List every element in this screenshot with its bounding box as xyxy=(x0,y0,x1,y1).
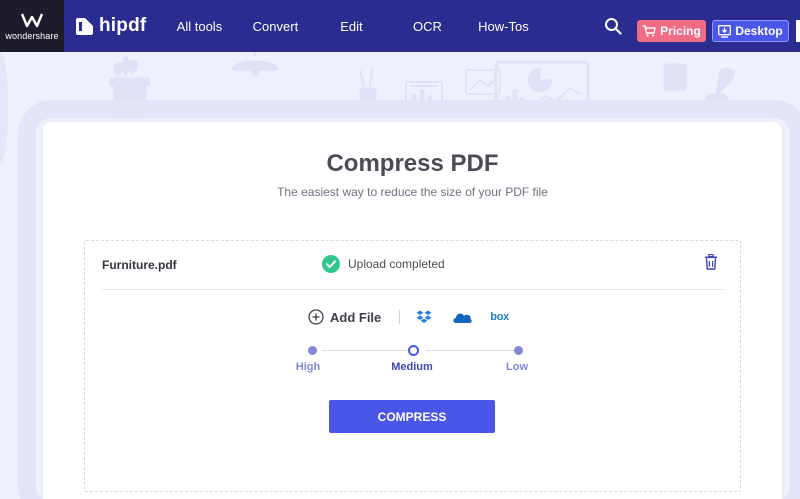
upload-status-text: Upload completed xyxy=(348,257,445,271)
level-dot-high[interactable] xyxy=(308,346,317,355)
wondershare-logo-icon xyxy=(21,13,43,27)
compress-button[interactable]: COMPRESS xyxy=(329,400,495,433)
nav-edit[interactable]: Edit xyxy=(316,19,386,34)
nav-convert[interactable]: Convert xyxy=(234,19,316,34)
main-nav: All tools Convert Edit OCR How-Tos xyxy=(164,19,538,34)
dropbox-icon xyxy=(416,310,432,323)
onedrive-icon xyxy=(453,313,472,323)
search-icon[interactable] xyxy=(604,17,622,35)
download-desktop-icon xyxy=(718,24,732,38)
top-navigation-bar: wondershare hipdf All tools Convert Edit… xyxy=(0,0,800,52)
hipdf-logo[interactable]: hipdf xyxy=(76,15,146,37)
level-dot-medium[interactable] xyxy=(408,345,419,356)
box-button[interactable]: box xyxy=(490,311,509,323)
compress-tool-card: Compress PDF The easiest way to reduce t… xyxy=(43,122,782,499)
hipdf-wordmark: hipdf xyxy=(99,15,147,36)
dropbox-button[interactable] xyxy=(416,310,452,325)
pricing-button[interactable]: Pricing xyxy=(637,20,706,42)
onedrive-button[interactable] xyxy=(452,310,490,324)
plus-circle-icon xyxy=(308,309,324,325)
hipdf-logo-icon xyxy=(76,17,93,35)
wondershare-logo[interactable]: wondershare xyxy=(0,0,64,52)
check-circle-icon xyxy=(322,255,340,273)
topbar-edge-strip xyxy=(796,20,800,42)
page-title: Compress PDF xyxy=(326,150,499,177)
wondershare-wordmark: wondershare xyxy=(5,30,59,41)
cart-icon xyxy=(642,25,656,37)
desktop-label: Desktop xyxy=(735,24,783,38)
level-label-high[interactable]: High xyxy=(278,361,338,373)
add-file-label: Add File xyxy=(330,309,382,325)
nav-how-tos[interactable]: How-Tos xyxy=(468,19,538,34)
uploaded-file-name: Furniture.pdf xyxy=(102,258,177,272)
level-label-low[interactable]: Low xyxy=(487,361,547,373)
level-dot-low[interactable] xyxy=(514,346,523,355)
upload-area: Furniture.pdf Upload completed Add File … xyxy=(84,240,741,492)
nav-ocr[interactable]: OCR xyxy=(386,19,468,34)
compression-level-slider[interactable] xyxy=(308,345,523,357)
level-label-medium[interactable]: Medium xyxy=(382,361,442,373)
nav-all-tools[interactable]: All tools xyxy=(164,19,234,34)
level-line-right xyxy=(426,350,516,351)
box-logo: box xyxy=(490,311,509,323)
add-file-separator xyxy=(399,310,401,324)
trash-icon[interactable] xyxy=(704,254,718,270)
upload-status: Upload completed xyxy=(322,255,445,273)
add-file-row: Add File box xyxy=(308,307,509,327)
level-line-left xyxy=(322,350,412,351)
page-subtitle: The easiest way to reduce the size of yo… xyxy=(277,185,548,199)
upload-divider xyxy=(102,289,724,290)
desktop-button[interactable]: Desktop xyxy=(712,20,789,42)
pricing-label: Pricing xyxy=(660,24,701,38)
add-file-button[interactable]: Add File xyxy=(308,309,381,325)
